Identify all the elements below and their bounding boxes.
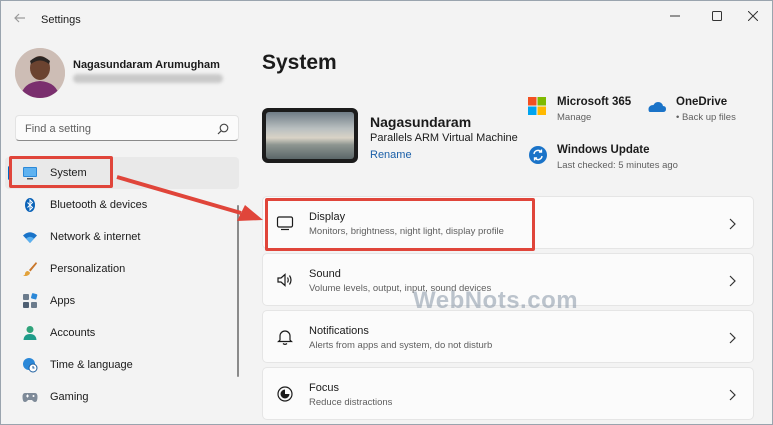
watermark: WebNots.com: [413, 287, 579, 314]
annotation-arrow: [116, 175, 263, 221]
settings-window: Settings Nagasundaram Arumugham Find a s…: [0, 0, 773, 425]
